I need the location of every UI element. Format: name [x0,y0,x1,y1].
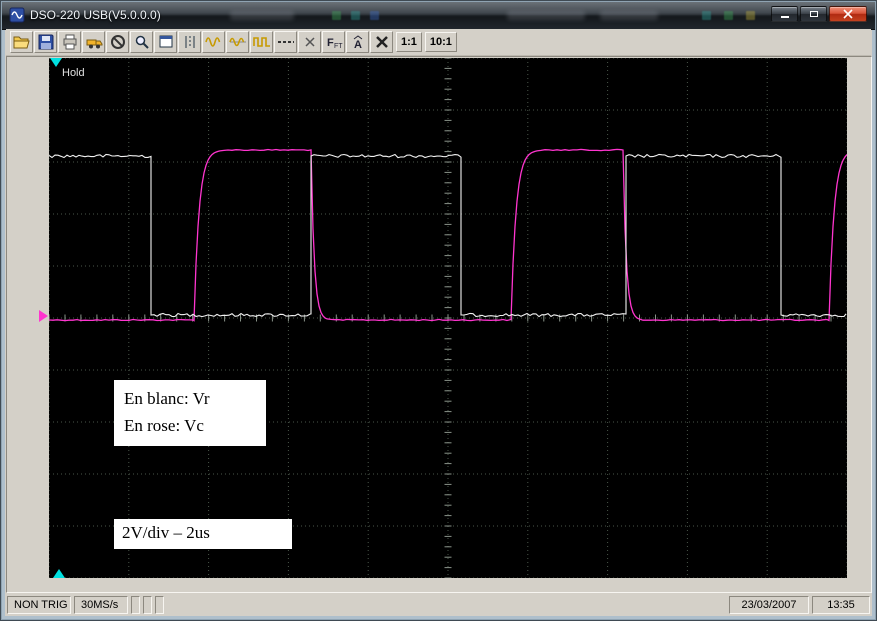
window-controls [771,6,867,22]
xy-mode-icon[interactable] [298,31,321,53]
statusbar: NON TRIG 30MS/s 23/03/2007 13:35 [6,594,871,616]
sample-rate: 30MS/s [74,596,128,614]
titlebar-artifact [746,11,755,20]
minimize-icon [780,16,789,18]
svg-text:F: F [327,37,334,49]
minimize-button[interactable] [771,6,798,22]
dashed-line-icon[interactable] [274,31,297,53]
toolbar: F FT A 1:1 10:1 [6,29,871,56]
delete-icon[interactable] [370,31,393,53]
channel-position-marker-bottom[interactable] [53,569,65,578]
no-entry-icon[interactable] [106,31,129,53]
app-window: DSO-220 USB(V5.0.0.0) F FT A 1:1 10:1 Hold E… [0,0,877,621]
cursors-icon[interactable] [178,31,201,53]
print-icon[interactable] [58,31,81,53]
titlebar-artifact [507,11,585,20]
window-title: DSO-220 USB(V5.0.0.0) [30,8,161,22]
titlebar-artifact [600,11,658,20]
svg-text:A: A [354,39,362,50]
scope-display: Hold En blanc: Vr En rose: Vc 2V/div – 2… [49,58,847,578]
legend-line-pink: En rose: Vc [124,416,204,435]
sine-axis-icon[interactable] [226,31,249,53]
status-date: 23/03/2007 [729,596,809,614]
probe-10-1-button[interactable]: 10:1 [424,32,457,52]
titlebar-artifact [351,11,360,20]
close-button[interactable] [829,6,867,22]
close-icon [843,9,853,19]
trigger-status: NON TRIG [7,596,71,614]
legend-line-white: En blanc: Vr [124,389,210,408]
scale-annotation-box: 2V/div – 2us [114,519,292,549]
maximize-icon [809,11,818,17]
titlebar-artifact [724,11,733,20]
fft-icon[interactable]: F FT [322,31,345,53]
status-time: 13:35 [812,596,870,614]
titlebar-artifact [332,11,341,20]
window-icon[interactable] [154,31,177,53]
status-cell-3 [155,596,164,614]
channel-position-marker-top[interactable] [50,58,62,67]
open-icon[interactable] [10,31,33,53]
maximize-button[interactable] [800,6,827,22]
save-icon[interactable] [34,31,57,53]
titlebar-artifact [702,11,711,20]
probe-1-1-button[interactable]: 1:1 [396,32,422,52]
hold-status-label: Hold [62,67,85,79]
auto-amplitude-icon[interactable]: A [346,31,369,53]
square-wave-icon[interactable] [250,31,273,53]
zoom-icon[interactable] [130,31,153,53]
status-spacer [167,596,726,614]
legend-annotation-box: En blanc: Vr En rose: Vc [114,380,266,446]
titlebar: DSO-220 USB(V5.0.0.0) [2,2,875,30]
trigger-level-marker[interactable] [39,310,48,322]
app-icon [9,7,25,23]
auto-setup-truck-icon[interactable] [82,31,105,53]
scope-graticule-and-traces [49,58,847,578]
status-cell-1 [131,596,140,614]
titlebar-artifact [370,11,379,20]
svg-text:FT: FT [334,43,343,50]
sine-wave-icon[interactable] [202,31,225,53]
titlebar-artifact [230,11,294,20]
status-cell-2 [143,596,152,614]
